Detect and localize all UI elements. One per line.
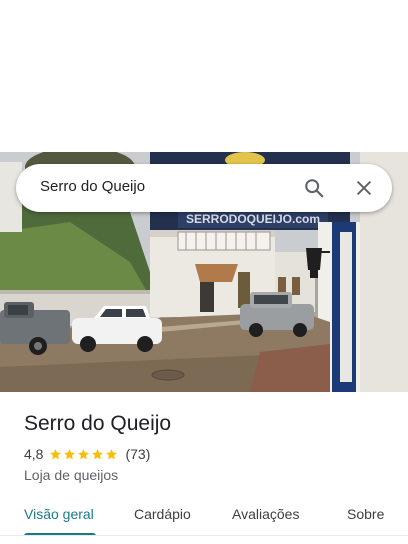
tab-reviews[interactable]: Avaliações [232,506,299,522]
search-input[interactable]: Serro do Queijo [40,178,145,195]
star-icon [78,448,90,459]
place-info-panel: Serro do Queijo 4,8 (73) Loja de queijos… [0,392,408,544]
rating-row[interactable]: 4,8 (73) [24,445,150,463]
star-icon [106,448,118,459]
close-icon [357,181,371,195]
tab-overview[interactable]: Visão geral [24,506,94,522]
tab-about[interactable]: Sobre [347,506,384,522]
shop-sign-text: SERRODOQUEIJO.com [186,212,320,226]
search-bar[interactable]: Serro do Queijo [16,164,392,212]
place-tabs: Visão geral Cardápio Avaliações Sobre [0,502,408,536]
search-button[interactable] [300,174,328,202]
map-blank-area [0,0,408,152]
place-category[interactable]: Loja de queijos [24,467,118,483]
clear-search-button[interactable] [350,174,378,202]
place-title: Serro do Queijo [24,412,172,435]
star-icon [64,448,76,459]
star-rating [49,448,119,461]
review-count[interactable]: (73) [125,446,150,462]
search-icon [305,179,324,198]
tabs-divider [0,535,408,536]
star-icon [50,448,62,459]
star-icon [92,448,104,459]
rating-value: 4,8 [24,446,44,462]
tab-menu[interactable]: Cardápio [134,506,191,522]
